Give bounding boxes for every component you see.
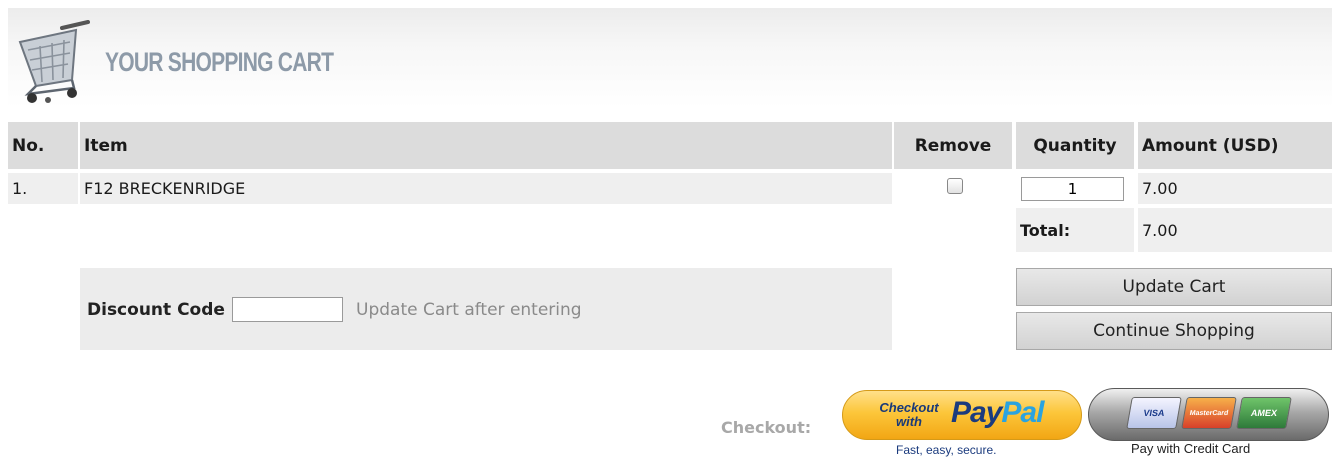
paypal-line2: with <box>896 414 922 429</box>
discount-code-label: Discount Code <box>87 300 225 320</box>
visa-card-icon: VISA <box>1126 397 1182 429</box>
remove-cell <box>894 173 1016 204</box>
mastercard-icon: MasterCard <box>1181 397 1237 429</box>
item-name: F12 BRECKENRIDGE <box>80 173 892 204</box>
checkout-label: Checkout: <box>721 418 812 437</box>
page-title: YOUR SHOPPING CART <box>105 47 334 77</box>
column-header-quantity: Quantity <box>1016 122 1134 169</box>
continue-shopping-button[interactable]: Continue Shopping <box>1016 312 1332 350</box>
paypal-logo-pal: Pal <box>1001 396 1044 429</box>
discount-code-input[interactable] <box>232 297 343 322</box>
column-header-item: Item <box>80 122 892 169</box>
quantity-input[interactable] <box>1021 176 1124 201</box>
total-label: Total: <box>1016 208 1134 252</box>
paypal-tagline: Fast, easy, secure. <box>896 443 997 457</box>
shopping-cart-icon <box>18 20 94 110</box>
paypal-line1: Checkout <box>879 400 939 415</box>
quantity-cell <box>1016 173 1134 204</box>
discount-panel: Discount Code Update Cart after entering <box>80 268 892 350</box>
column-header-amount: Amount (USD) <box>1138 122 1332 169</box>
total-value: 7.00 <box>1138 208 1332 252</box>
column-header-remove: Remove <box>894 122 1012 169</box>
update-cart-button[interactable]: Update Cart <box>1016 268 1332 306</box>
credit-card-checkout-button[interactable]: VISA MasterCard AMEX <box>1088 388 1329 441</box>
paypal-logo-pay: Pay <box>951 396 1002 429</box>
paypal-checkout-button[interactable]: Checkout with PayPal <box>842 390 1082 440</box>
row-number: 1. <box>8 173 78 204</box>
credit-card-caption: Pay with Credit Card <box>1131 441 1251 456</box>
discount-hint: Update Cart after entering <box>356 300 582 320</box>
paypal-logo: PayPal <box>951 396 1044 430</box>
item-amount: 7.00 <box>1138 173 1332 204</box>
cart-header: YOUR SHOPPING CART <box>8 8 1332 108</box>
column-header-no: No. <box>8 122 78 169</box>
paypal-checkout-with: Checkout with <box>868 401 950 429</box>
remove-checkbox[interactable] <box>947 177 963 194</box>
amex-card-icon: AMEX <box>1236 397 1292 429</box>
